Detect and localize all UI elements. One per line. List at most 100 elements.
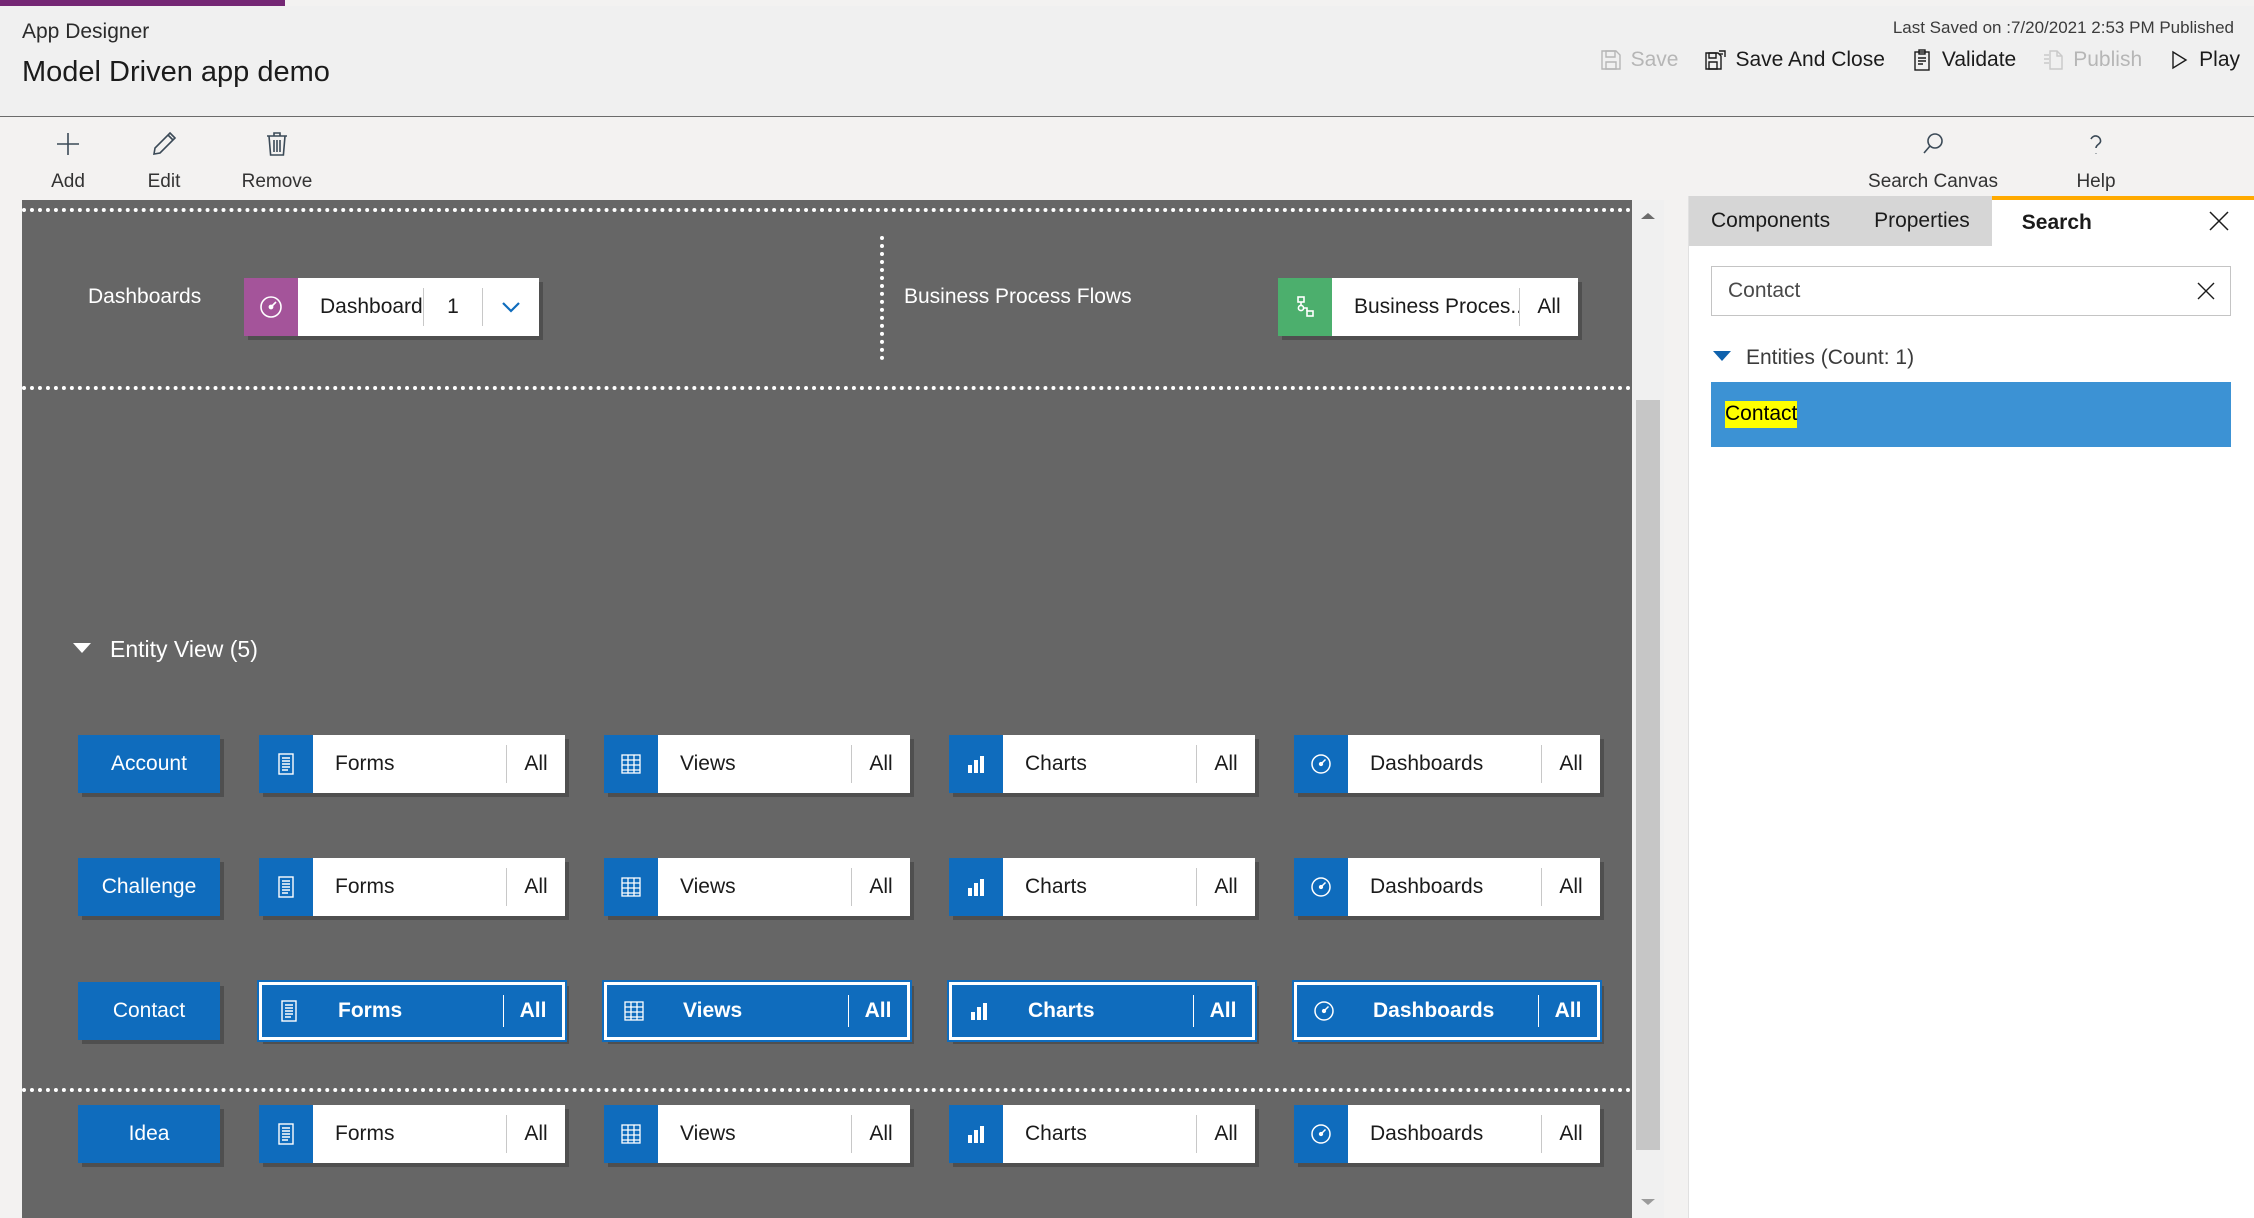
play-button[interactable]: Play xyxy=(2168,48,2240,72)
grid-table-icon xyxy=(604,1105,658,1163)
tile-account-views[interactable]: Views All xyxy=(604,735,910,793)
tile-label: Charts xyxy=(1025,1122,1087,1145)
bar-chart-icon xyxy=(949,1105,1003,1163)
tile-account-dashboards[interactable]: Dashboards All xyxy=(1294,735,1600,793)
section-label-dashboards: Dashboards xyxy=(88,285,202,308)
help-label: Help xyxy=(2076,171,2116,192)
validate-button[interactable]: Validate xyxy=(1911,48,2016,72)
tile-count: All xyxy=(1214,1122,1238,1145)
canvas-divider-vertical xyxy=(880,236,884,360)
tile-challenge-charts[interactable]: Charts All xyxy=(949,858,1255,916)
entity-button-idea[interactable]: Idea xyxy=(78,1105,220,1163)
tile-count: All xyxy=(864,999,892,1022)
results-group-toggle[interactable]: Entities (Count: 1) xyxy=(1711,344,1914,371)
remove-button[interactable]: Remove xyxy=(212,121,342,193)
list-item-label: Contact xyxy=(1725,401,1798,428)
bar-chart-icon xyxy=(952,985,1006,1037)
tile-challenge-forms[interactable]: Forms All xyxy=(259,858,565,916)
help-button[interactable]: Help xyxy=(2048,121,2144,193)
tile-count: All xyxy=(869,1122,893,1145)
dashboard-gauge-icon xyxy=(1297,985,1351,1037)
tile-contact-charts[interactable]: Charts All xyxy=(947,980,1257,1042)
trash-icon xyxy=(262,129,292,164)
entity-view-label: Entity View (5) xyxy=(110,636,258,662)
search-canvas-button[interactable]: Search Canvas xyxy=(1868,121,1998,193)
entity-button-contact[interactable]: Contact xyxy=(78,982,220,1040)
tile-idea-dashboards[interactable]: Dashboards All xyxy=(1294,1105,1600,1163)
search-result-item-contact[interactable]: Contact xyxy=(1711,382,2231,447)
tile-count: All xyxy=(1559,752,1583,775)
tile-count: All xyxy=(1209,999,1237,1022)
bar-chart-icon xyxy=(949,735,1003,793)
panel-tab-strip: Components Properties Search xyxy=(1689,196,2254,246)
dashboard-gauge-icon xyxy=(244,278,298,336)
tile-count: All xyxy=(1537,295,1561,318)
entity-label: Contact xyxy=(112,999,186,1022)
header-title-block: App Designer Model Driven app demo xyxy=(22,18,330,92)
tile-label: Dashboards xyxy=(1370,752,1484,775)
form-document-icon xyxy=(259,735,313,793)
app-designer-window: App Designer Model Driven app demo Last … xyxy=(0,0,2254,1218)
save-and-close-label: Save And Close xyxy=(1735,48,1885,71)
save-button[interactable]: Save xyxy=(1600,48,1678,72)
entity-view-collapse-toggle[interactable]: Entity View (5) xyxy=(70,635,258,664)
breadcrumb: App Designer xyxy=(22,20,150,43)
dashboard-gauge-icon xyxy=(1294,1105,1348,1163)
add-button[interactable]: Add xyxy=(20,121,116,193)
tile-idea-charts[interactable]: Charts All xyxy=(949,1105,1255,1163)
tile-label: Charts xyxy=(1025,875,1087,898)
app-canvas[interactable]: Dashboards Dashboards 1 Business Process… xyxy=(22,200,1632,1218)
tab-properties[interactable]: Properties xyxy=(1852,196,1992,246)
tile-label: Dashboards xyxy=(1373,999,1495,1022)
results-group-label: Entities (Count: 1) xyxy=(1746,345,1915,369)
entity-label: Account xyxy=(111,752,187,775)
tile-label: Forms xyxy=(338,999,403,1022)
validate-label: Validate xyxy=(1941,48,2017,71)
tile-label: Business Proces... xyxy=(1354,295,1519,318)
tile-count: All xyxy=(519,999,547,1022)
tab-label: Properties xyxy=(1874,209,1970,232)
triangle-down-icon xyxy=(1711,344,1733,371)
entity-button-account[interactable]: Account xyxy=(78,735,220,793)
tile-dashboards-root[interactable]: Dashboards 1 xyxy=(244,278,539,336)
edit-label: Edit xyxy=(147,171,181,192)
process-flow-icon xyxy=(1278,278,1332,336)
tile-count: All xyxy=(1559,875,1583,898)
tile-label: Dashboards xyxy=(1370,1122,1484,1145)
chevron-down-icon[interactable] xyxy=(483,278,539,336)
tile-contact-views[interactable]: Views All xyxy=(602,980,912,1042)
tile-count: All xyxy=(1214,752,1238,775)
toolbar-left-group: Add Edit Remove xyxy=(20,121,342,193)
canvas-divider-top xyxy=(22,208,1632,212)
tile-business-process-flows[interactable]: Business Proces... All xyxy=(1278,278,1578,336)
close-icon[interactable] xyxy=(2206,208,2232,239)
tile-count: All xyxy=(869,875,893,898)
scroll-up-arrow-icon[interactable] xyxy=(1632,200,1664,232)
scroll-down-arrow-icon[interactable] xyxy=(1632,1186,1664,1218)
tile-contact-dashboards[interactable]: Dashboards All xyxy=(1292,980,1602,1042)
page-title: Model Driven app demo xyxy=(22,56,330,88)
tile-contact-forms[interactable]: Forms All xyxy=(257,980,567,1042)
save-and-close-button[interactable]: Save And Close xyxy=(1704,48,1885,72)
publish-button[interactable]: Publish xyxy=(2042,48,2142,72)
tab-components[interactable]: Components xyxy=(1689,196,1853,246)
search-canvas-label: Search Canvas xyxy=(1868,171,1998,192)
pencil-icon xyxy=(149,129,179,164)
clear-search-icon[interactable] xyxy=(2182,279,2230,303)
search-input[interactable]: Contact xyxy=(1712,279,2182,303)
toolbar-right-group: Search Canvas Help xyxy=(1868,121,2144,193)
publish-label: Publish xyxy=(2073,48,2143,71)
command-bar: Save Save And Close Validate Publish Pla… xyxy=(1600,48,2240,72)
scrollbar-thumb[interactable] xyxy=(1636,400,1660,1150)
tile-account-charts[interactable]: Charts All xyxy=(949,735,1255,793)
edit-button[interactable]: Edit xyxy=(116,121,212,193)
canvas-scrollbar[interactable] xyxy=(1632,200,1664,1218)
tile-idea-forms[interactable]: Forms All xyxy=(259,1105,565,1163)
tile-account-forms[interactable]: Forms All xyxy=(259,735,565,793)
tile-challenge-views[interactable]: Views All xyxy=(604,858,910,916)
tile-label: Forms xyxy=(335,752,395,775)
tile-challenge-dashboards[interactable]: Dashboards All xyxy=(1294,858,1600,916)
entity-button-challenge[interactable]: Challenge xyxy=(78,858,220,916)
tile-idea-views[interactable]: Views All xyxy=(604,1105,910,1163)
search-input-wrapper[interactable]: Contact xyxy=(1711,266,2231,316)
